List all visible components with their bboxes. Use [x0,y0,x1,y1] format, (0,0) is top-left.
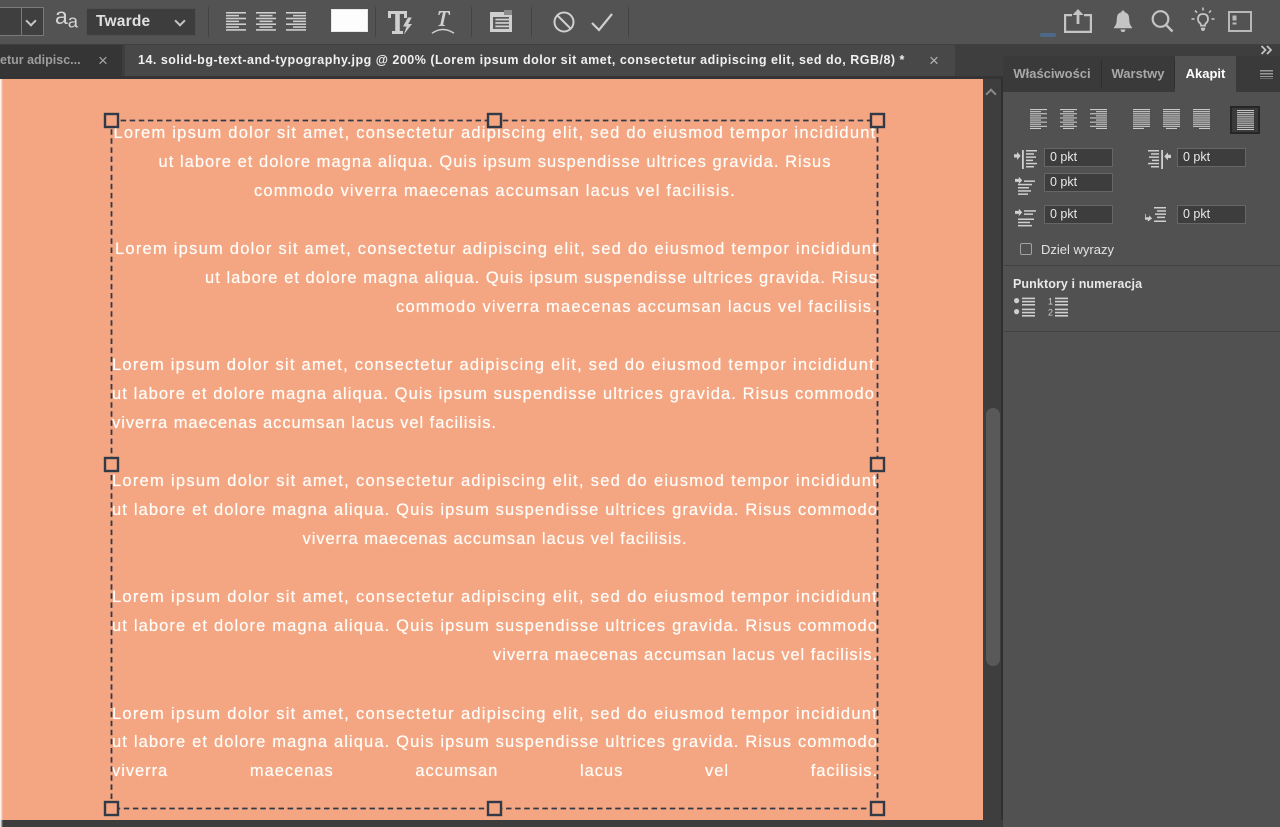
svg-text:1: 1 [1048,297,1053,307]
svg-text:2: 2 [1048,308,1053,318]
